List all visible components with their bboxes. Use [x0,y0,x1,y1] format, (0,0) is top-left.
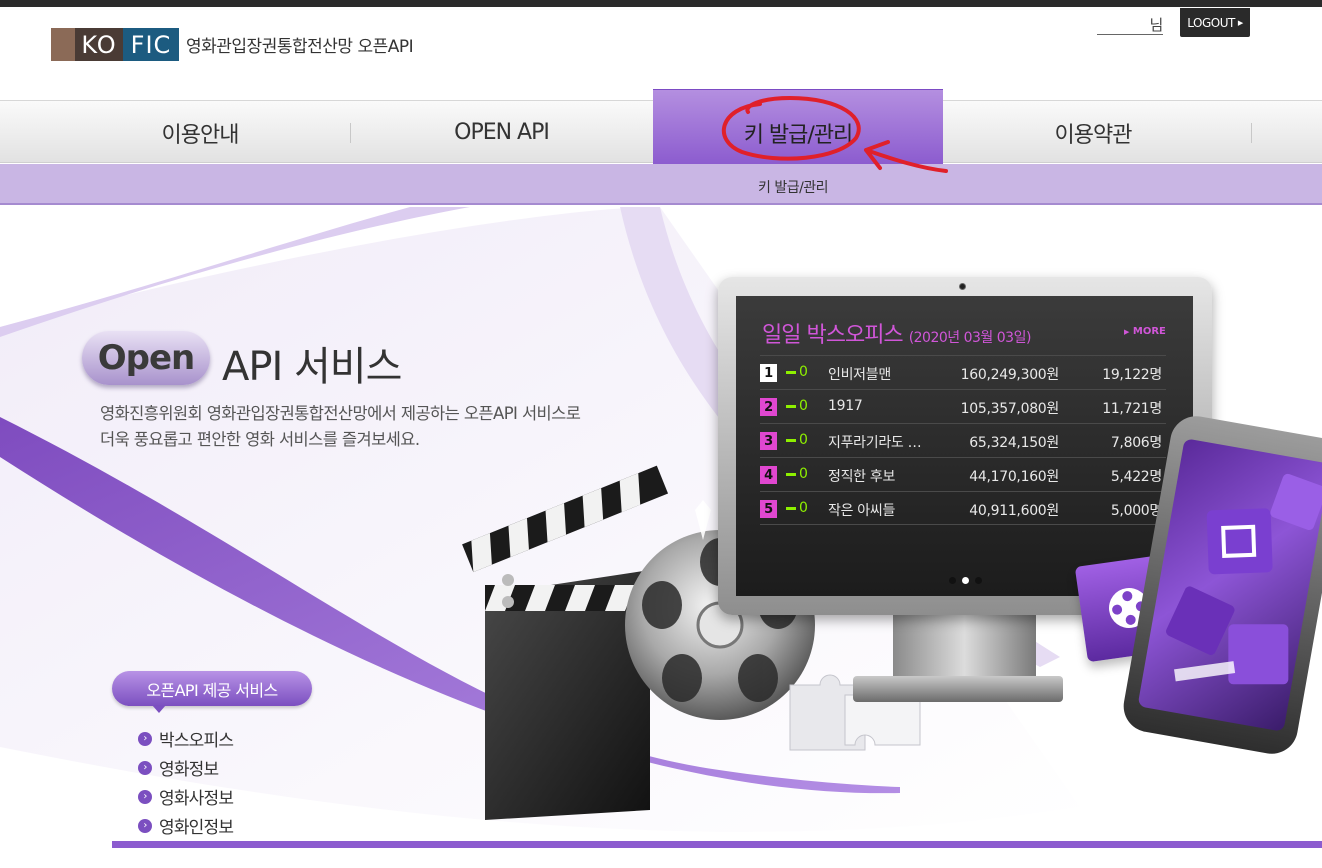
service-link-label: 영화인정보 [159,818,234,838]
nav-item-terms[interactable]: 이용약관 [943,101,1243,164]
open-badge: Open [82,331,210,385]
boxoffice-row[interactable]: 3 0 지푸라기라도 … 65,324,150원 7,806명 [760,423,1166,457]
rank-change: 0 [786,432,808,448]
logout-label: LOGOUT [1187,15,1235,30]
sales-amount: 65,324,150원 [969,435,1059,451]
carousel-dot[interactable] [949,577,956,584]
service-link-boxoffice[interactable]: › 박스오피스 [138,724,234,753]
rank-badge: 4 [760,466,777,484]
sales-amount: 105,357,080원 [960,401,1060,417]
rank-change-value: 0 [799,432,808,448]
boxoffice-table: 1 0 인비저블맨 160,249,300원 19,122명 2 0 1917 … [760,355,1166,525]
nav-item-label: 키 발급/관리 [743,122,854,148]
carousel-dot[interactable] [975,577,982,584]
boxoffice-title-label: 일일 박스오피스 [762,323,904,348]
chevron-right-icon: › [138,789,152,804]
nav-item-label: OPEN API [454,120,550,145]
arrow-right-icon: ▶ [1237,18,1243,27]
logo-mark-fic: FIC [123,28,179,61]
rank-change: 0 [786,398,808,414]
boxoffice-row[interactable]: 4 0 정직한 후보 44,170,160원 5,422명 [760,457,1166,491]
rank-change: 0 [786,466,808,482]
user-name: 님 [1097,16,1164,35]
no-change-icon [786,506,796,510]
rank-badge: 2 [760,398,777,416]
user-suffix: 님 [1149,16,1164,34]
no-change-icon [786,404,796,408]
logout-button[interactable]: LOGOUT ▶ [1180,8,1250,37]
rank-badge: 5 [760,500,777,518]
phone-screen [1137,438,1322,732]
boxoffice-more-link[interactable]: ▶ MORE [1124,326,1166,337]
chevron-right-icon: › [138,731,152,746]
service-list: › 박스오피스 › 영화정보 › 영화사정보 › 영화인정보 [138,724,234,840]
service-link-label: 영화정보 [159,760,219,780]
boxoffice-row[interactable]: 1 0 인비저블맨 160,249,300원 19,122명 [760,355,1166,389]
sub-nav-item-key-management[interactable]: 키 발급/관리 [758,177,829,197]
movie-title: 지푸라기라도 … [828,435,922,451]
nav-item-guide[interactable]: 이용안내 [50,101,350,164]
rank-change-value: 0 [799,398,808,414]
carousel-dots [949,577,982,584]
service-link-label: 영화사정보 [159,789,234,809]
audience-count: 5,000명 [1110,503,1162,519]
boxoffice-title: 일일 박스오피스 (2020년 03월 03일) [762,317,1031,349]
audience-count: 19,122명 [1102,367,1162,383]
sales-amount: 44,170,160원 [969,469,1059,485]
rank-badge: 3 [760,432,777,450]
more-label: MORE [1132,326,1166,337]
rank-change-value: 0 [799,364,808,380]
nav-item-label: 이용안내 [161,122,240,148]
service-link-movie-info[interactable]: › 영화정보 [138,753,233,782]
arrow-right-icon: ▶ [1124,328,1130,336]
audience-count: 5,422명 [1110,469,1162,485]
page: KO FIC 영화관입장권통합전산망 오픈API 님 LOGOUT ▶ 이용안내… [0,0,1322,868]
audience-count: 7,806명 [1110,435,1162,451]
rank-change-value: 0 [799,500,808,516]
boxoffice-panel: 일일 박스오피스 (2020년 03월 03일) ▶ MORE 1 0 인비저블… [736,296,1193,596]
logo-mark-ko: KO [75,28,123,61]
kofic-logo[interactable]: KO FIC 영화관입장권통합전산망 오픈API [51,28,414,61]
top-strip [0,0,1322,7]
audience-count: 11,721명 [1102,401,1162,417]
chevron-right-icon: › [138,760,152,775]
rank-badge: 1 [760,364,777,382]
no-change-icon [786,472,796,476]
monitor-stand [893,611,1036,681]
monitor-camera [959,283,966,290]
site-title: 영화관입장권통합전산망 오픈API [186,37,414,57]
service-link-people-info[interactable]: › 영화인정보 [138,811,234,840]
bottom-accent-bar [112,841,1322,848]
sales-amount: 160,249,300원 [960,367,1060,383]
logo-mark-left [51,28,75,61]
phone-screen-graphics [1166,473,1322,685]
monitor-stand-base [853,676,1063,702]
sub-nav: 키 발급/관리 [0,164,1322,205]
nav-item-key-management[interactable]: 키 발급/관리 [653,90,943,164]
rank-change: 0 [786,364,808,380]
boxoffice-row[interactable]: 2 0 1917 105,357,080원 11,721명 [760,389,1166,423]
hero-description-line: 영화진흥위원회 영화관입장권통합전산망에서 제공하는 오픈API 서비스로 [100,404,581,423]
boxoffice-row[interactable]: 5 0 작은 아씨들 40,911,600원 5,000명 [760,491,1166,525]
service-list-title: 오픈API 제공 서비스 [112,671,312,713]
movie-title: 정직한 후보 [828,469,896,485]
sales-amount: 40,911,600원 [969,503,1059,519]
nav-item-open-api[interactable]: OPEN API [351,101,652,164]
main-nav: 이용안내 OPEN API 키 발급/관리 이용약관 [0,90,1322,164]
service-link-label: 박스오피스 [159,731,234,751]
no-change-icon [786,438,796,442]
rank-change-value: 0 [799,466,808,482]
nav-divider [1251,123,1252,143]
movie-title: 1917 [828,398,863,414]
hero-title: API 서비스 [222,344,402,390]
no-change-icon [786,370,796,374]
nav-item-label: 이용약관 [1054,122,1133,148]
service-link-company-info[interactable]: › 영화사정보 [138,782,234,811]
movie-title: 작은 아씨들 [828,503,896,519]
rank-change: 0 [786,500,808,516]
carousel-dot-active[interactable] [962,577,969,584]
movie-title: 인비저블맨 [828,367,891,383]
chevron-right-icon: › [138,818,152,833]
boxoffice-date: (2020년 03월 03일) [908,330,1032,346]
